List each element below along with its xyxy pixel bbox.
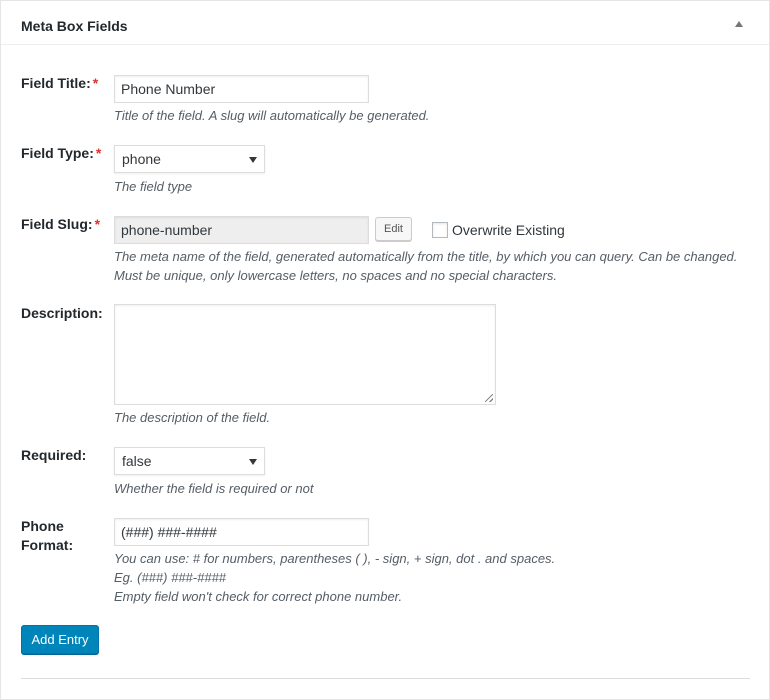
overwrite-existing-checkbox[interactable] — [432, 222, 448, 238]
field-slug-label: Field Slug: * — [21, 215, 106, 234]
required-select[interactable]: false — [114, 447, 265, 475]
required-marker: * — [94, 216, 101, 232]
overwrite-existing-label[interactable]: Overwrite Existing — [452, 221, 565, 240]
field-type-description: The field type — [114, 179, 193, 194]
dropdown-arrow-icon — [249, 459, 257, 465]
collapse-arrow-icon[interactable] — [735, 21, 743, 27]
field-title-description: Title of the field. A slug will automati… — [114, 108, 430, 123]
phone-format-help-line2: Eg. (###) ###-#### — [114, 570, 227, 585]
field-type-label: Field Type: * — [21, 144, 106, 163]
phone-format-input[interactable]: (###) ###-#### — [114, 518, 369, 546]
meta-box-panel: Meta Box Fields Field Title: * Phone Numb… — [0, 0, 770, 700]
resize-handle-icon[interactable] — [485, 394, 493, 402]
field-slug-label-text: Field Slug: — [21, 216, 93, 232]
field-type-select[interactable]: phone — [114, 145, 265, 173]
phone-format-label: Phone Format: — [21, 517, 106, 555]
required-selected-value: false — [122, 453, 152, 469]
description-label: Description: — [21, 305, 103, 321]
meta-box-header[interactable]: Meta Box Fields — [1, 1, 769, 45]
phone-format-help-line1: You can use: # for numbers, parentheses … — [114, 551, 556, 566]
dropdown-arrow-icon — [249, 157, 257, 163]
meta-box-title: Meta Box Fields — [21, 18, 128, 34]
field-type-selected-value: phone — [122, 151, 161, 167]
phone-format-label-line2: Format: — [21, 537, 74, 553]
field-type-label-text: Field Type: — [21, 145, 94, 161]
description-help: The description of the field. — [114, 410, 271, 425]
required-marker: * — [92, 75, 99, 91]
field-slug-description-line1: The meta name of the field, generated au… — [114, 249, 738, 264]
phone-format-help-line3: Empty field won't check for correct phon… — [114, 589, 403, 604]
required-description: Whether the field is required or not — [114, 481, 314, 496]
field-title-input[interactable]: Phone Number — [114, 75, 369, 103]
edit-slug-button[interactable]: Edit — [375, 217, 412, 241]
field-title-label: Field Title: * — [21, 74, 106, 93]
field-title-label-text: Field Title: — [21, 75, 91, 91]
required-marker: * — [95, 145, 102, 161]
phone-format-label-line1: Phone — [21, 518, 64, 534]
add-entry-button[interactable]: Add Entry — [21, 625, 99, 654]
description-textarea[interactable] — [114, 304, 496, 405]
field-slug-description-line2: Must be unique, only lowercase letters, … — [114, 268, 557, 283]
required-label: Required: — [21, 447, 87, 463]
field-slug-input[interactable]: phone-number — [114, 216, 369, 244]
divider — [21, 678, 750, 679]
